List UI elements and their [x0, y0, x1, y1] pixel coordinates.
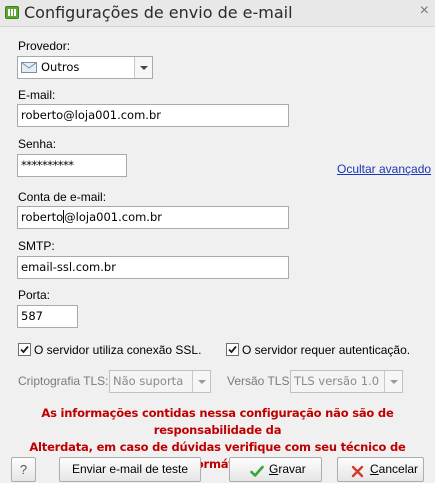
tls-crypto-select[interactable]: Não suporta — [109, 370, 211, 393]
tls-version-label: Versão TLS: — [227, 374, 293, 388]
email-label: E-mail: — [18, 88, 56, 102]
auth-checkbox[interactable] — [226, 343, 239, 356]
email-settings-window: Configurações de envio de e-mail × Prove… — [0, 0, 435, 483]
checkmark-icon — [228, 345, 237, 354]
save-button-label: Gravar — [269, 462, 306, 476]
hide-advanced-link[interactable]: Ocultar avançado — [337, 162, 431, 176]
provider-value: Outros — [41, 60, 80, 74]
account-value-end: @loja001.com.br — [64, 210, 162, 224]
port-field[interactable]: 587 — [17, 305, 78, 328]
password-field[interactable]: ********** — [17, 154, 127, 177]
save-button[interactable]: Gravar — [229, 457, 322, 482]
chevron-down-icon[interactable] — [384, 371, 402, 392]
account-field[interactable]: roberto@loja001.com.br — [17, 206, 289, 229]
envelope-icon — [21, 62, 37, 76]
smtp-field[interactable]: email-ssl.com.br — [17, 256, 289, 279]
help-button[interactable]: ? — [11, 457, 36, 482]
app-icon — [5, 6, 19, 19]
chevron-down-icon[interactable] — [134, 57, 152, 78]
provider-select[interactable]: Outros — [17, 56, 153, 79]
tls-crypto-label: Criptografia TLS: — [18, 374, 109, 388]
close-icon[interactable]: × — [420, 2, 429, 20]
tls-version-value: TLS versão 1.0 — [294, 374, 380, 388]
password-label: Senha: — [18, 137, 57, 151]
account-value-start: roberto — [21, 210, 64, 224]
send-test-email-button[interactable]: Enviar e-mail de teste — [59, 457, 201, 482]
title-bar: Configurações de envio de e-mail × — [0, 0, 435, 27]
tls-version-select[interactable]: TLS versão 1.0 — [290, 370, 403, 393]
tls-crypto-value: Não suporta — [113, 374, 184, 388]
auth-checkbox-label[interactable]: O servidor requer autenticação. — [242, 343, 410, 357]
cancel-button[interactable]: Cancelar — [337, 457, 424, 482]
window-title: Configurações de envio de e-mail — [24, 3, 293, 22]
account-label: Conta de e-mail: — [18, 190, 107, 204]
ssl-checkbox-label[interactable]: O servidor utiliza conexão SSL. — [34, 343, 201, 357]
chevron-down-icon[interactable] — [192, 371, 210, 392]
email-field[interactable]: roberto@loja001.com.br — [17, 104, 289, 127]
check-icon — [250, 463, 264, 483]
disclaimer-line-1: As informações contidas nessa configuraç… — [41, 406, 394, 437]
cancel-button-label: Cancelar — [370, 462, 419, 476]
checkmark-icon — [20, 345, 29, 354]
close-x-icon — [351, 463, 364, 483]
ssl-checkbox[interactable] — [18, 343, 31, 356]
smtp-label: SMTP: — [18, 239, 55, 253]
port-label: Porta: — [18, 288, 51, 302]
provider-label: Provedor: — [18, 39, 71, 53]
help-icon: ? — [19, 462, 28, 477]
